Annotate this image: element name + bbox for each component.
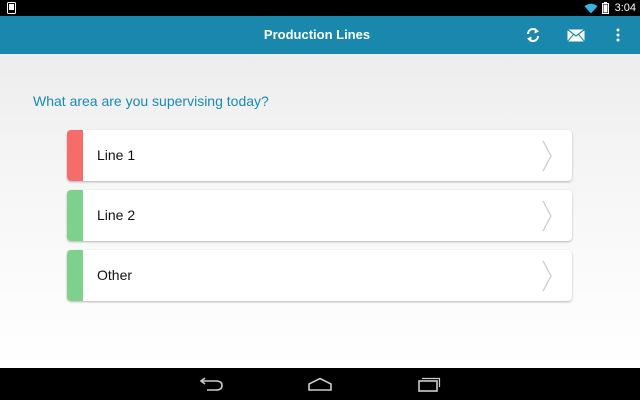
app-screen: 3:04 Production Lines What area are you … (0, 0, 640, 400)
recent-apps-icon (418, 377, 441, 392)
content-area: What area are you supervising today? Lin… (0, 54, 640, 368)
mail-button[interactable] (566, 25, 586, 45)
chevron-right-icon (542, 140, 552, 172)
prompt-text: What area are you supervising today? (33, 93, 269, 109)
option-label: Other (97, 267, 133, 283)
refresh-icon (527, 28, 539, 42)
status-bar: 3:04 (0, 0, 640, 16)
battery-icon (601, 2, 609, 14)
overflow-menu-button[interactable] (608, 25, 628, 45)
status-color-bar (67, 130, 83, 181)
action-bar: Production Lines (0, 16, 640, 54)
chevron-right-icon (542, 260, 552, 292)
option-label: Line 2 (97, 207, 136, 223)
overflow-menu-icon (616, 28, 620, 42)
recent-apps-button[interactable] (415, 372, 443, 396)
option-label: Line 1 (97, 147, 136, 163)
home-icon (308, 377, 332, 391)
status-color-bar (67, 190, 83, 241)
option-line-1[interactable]: Line 1 (67, 130, 572, 181)
back-icon (199, 377, 223, 391)
screenshot-phone-icon (7, 2, 16, 14)
refresh-button[interactable] (523, 25, 543, 45)
back-button[interactable] (197, 372, 225, 396)
mail-icon (567, 28, 585, 42)
home-button[interactable] (306, 372, 334, 396)
status-color-bar (67, 250, 83, 301)
navigation-bar (0, 368, 640, 400)
option-other[interactable]: Other (67, 250, 572, 301)
option-line-2[interactable]: Line 2 (67, 190, 572, 241)
clock: 3:04 (614, 2, 636, 14)
wifi-icon (584, 3, 598, 14)
chevron-right-icon (542, 200, 552, 232)
